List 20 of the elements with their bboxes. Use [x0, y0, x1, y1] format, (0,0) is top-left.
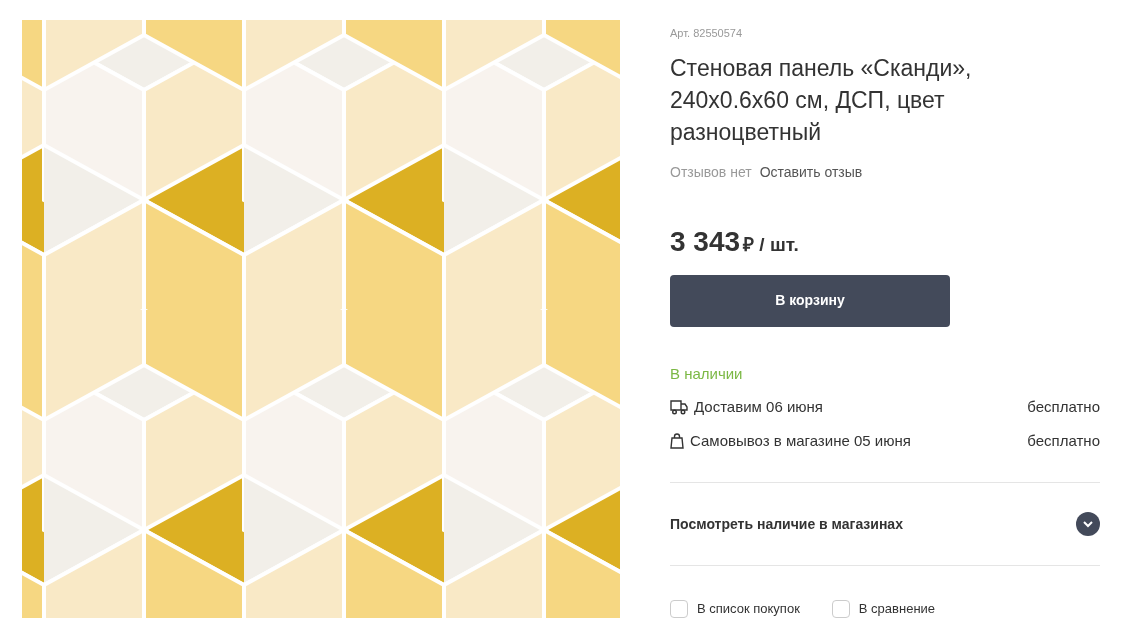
store-availability-toggle[interactable]: Посмотреть наличие в магазинах	[670, 483, 1100, 565]
checkbox[interactable]	[670, 599, 688, 618]
delivery-option-label: Доставим 06 июня	[694, 397, 824, 417]
checkbox-label: В сравнение	[858, 600, 936, 618]
delivery-cost: бесплатно	[1027, 397, 1100, 417]
article-number: Арт. 82550574	[670, 26, 744, 41]
reviews-count: Отзывов нет	[670, 162, 752, 182]
truck-icon	[670, 399, 688, 416]
stock-status: В наличии	[670, 363, 744, 384]
delivery-option-label: Самовывоз в магазине 05 июня	[690, 430, 912, 451]
price: 3 343	[670, 224, 741, 259]
checkbox-label: В список покупок	[697, 600, 800, 618]
add-to-cart-button[interactable]: В корзину	[670, 274, 950, 327]
shopping-bag-icon	[670, 432, 684, 449]
product-title: Стеновая панель «Сканди», 240x0.6x60 см, ДСП, цвет разноцветный	[670, 53, 973, 147]
leave-review-link[interactable]: Оставить отзыв	[759, 161, 863, 183]
checkbox[interactable]	[831, 599, 850, 618]
delivery-cost: бесплатно	[1027, 430, 1100, 451]
price-unit: ₽ / шт.	[743, 232, 799, 257]
chevron-icon	[1076, 512, 1100, 536]
